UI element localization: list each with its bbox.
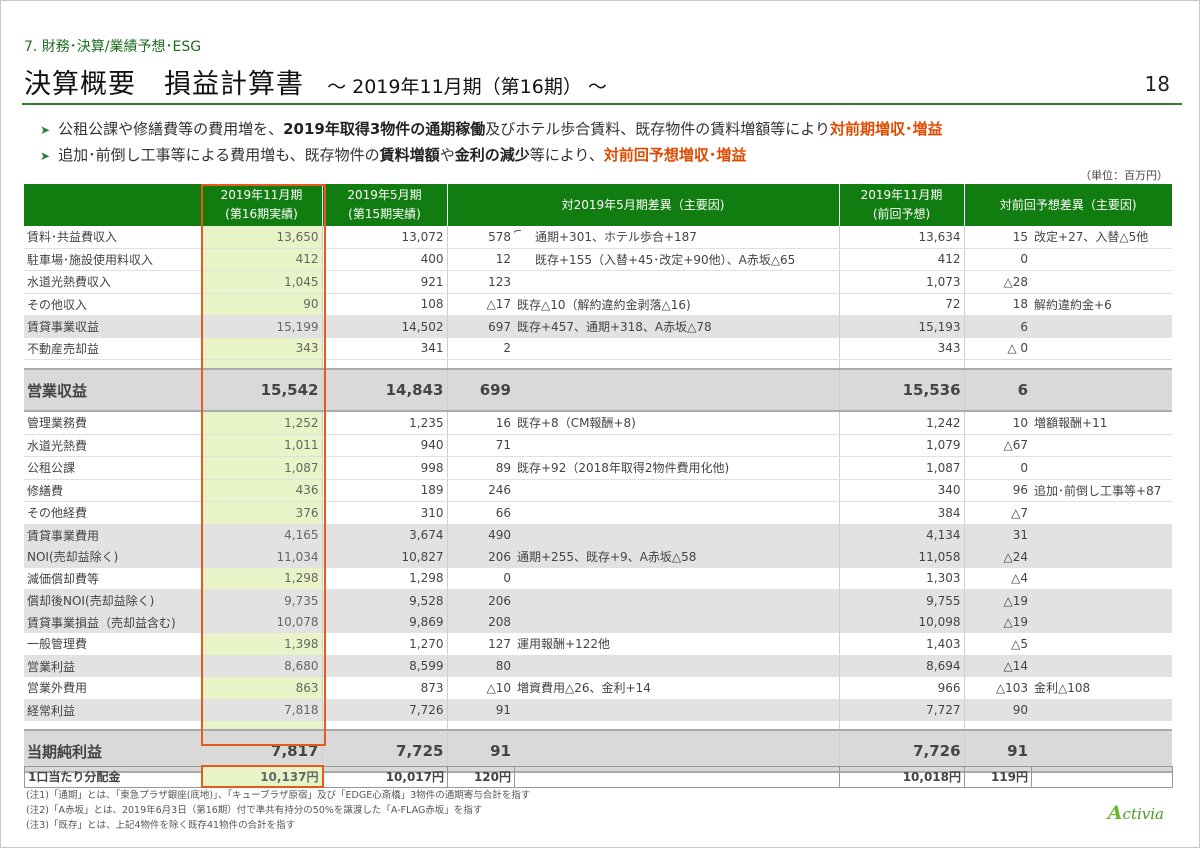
section-label: 7. 財務･決算/業績予想･ESG bbox=[24, 39, 202, 55]
footnote-2: (注2)「A赤坂」とは、2019年6月3日（第16期）付で準共有持分の50%を譲… bbox=[26, 805, 483, 816]
arrow-bullet-icon: ➤ bbox=[40, 149, 51, 163]
table-row-total: 営業収益 15,542 14,843 699 15,536 6 bbox=[24, 368, 1173, 412]
table-row: 営業利益 8,680 8,599 80 8,694 △14 bbox=[24, 655, 1173, 677]
table-row: 経常利益 7,818 7,726 91 7,727 90 bbox=[24, 699, 1173, 721]
bullet-1: ➤ 公租公課や修繕費等の費用増を、2019年取得3物件の通期稼働及びホテル歩合賃料… bbox=[40, 118, 942, 139]
table-row: 不動産売却益 343 341 2 343 △ 0 bbox=[24, 337, 1173, 360]
page-subtitle: ～ 2019年11月期（第16期） ～ bbox=[327, 76, 607, 98]
header-fy15: 2019年5月期 (第15期実績) bbox=[322, 184, 448, 226]
table-spacer bbox=[24, 721, 1172, 730]
table-row: 駐車場･施設使用料収入 412 400 12 既存+155（入替+45･改定+90他）… bbox=[24, 248, 1173, 271]
distribution-row: 1口当たり分配金 10,137円 10,017円 120円 10,018円 11… bbox=[24, 765, 1173, 788]
page-title: 決算概要 損益計算書 bbox=[24, 69, 304, 100]
bullet-2-bold-2: 金利の減少 bbox=[454, 146, 530, 164]
table-row: 賃貸事業収益 15,199 14,502 697 既存+457、通期+318、A赤坂△… bbox=[24, 315, 1173, 338]
bullet-1-mid: 及びホテル歩合賃料、既存物件の賃料増額等により bbox=[485, 120, 830, 138]
table-row: 公租公課 1,087 998 89 既存+92（2018年取得2物件費用化他) 1,0… bbox=[24, 456, 1173, 480]
title-divider bbox=[22, 103, 1182, 105]
footnote-1: (注1)「通期」とは、「東急プラザ銀座(底地)」、「キューブラザ原宿」及び「ED… bbox=[26, 790, 531, 801]
bullet-1-text: 公租公課や修繕費等の費用増を、 bbox=[58, 120, 284, 138]
table-spacer bbox=[24, 359, 1172, 369]
table-row: 修繕費 436 189 246 340 96 追加･前倒し工事等+87 bbox=[24, 479, 1173, 502]
table-row: 賃貸事業損益（売却益含む) 10,078 9,869 208 10,098 △19 bbox=[24, 611, 1173, 633]
table-row: 営業外費用 863 873 △10 増資費用△26、金利+14 966 △103 金利△1… bbox=[24, 677, 1173, 700]
arrow-bullet-icon: ➤ bbox=[40, 123, 51, 137]
footnote-3: (注3)「既存」とは、上記4物件を除く既存41物件の合計を指す bbox=[26, 820, 296, 831]
header-diff-prev: 対2019年5月期差異（主要因) bbox=[447, 184, 840, 226]
table-row: 水道光熱費収入 1,045 921 123 1,073 △28 bbox=[24, 270, 1173, 294]
table-row: 賃貸事業費用 4,165 3,674 490 4,134 31 bbox=[24, 524, 1173, 546]
bullet-2-mid-2: 等により、 bbox=[529, 146, 604, 164]
table-row: 減価償却費等 1,298 1,298 0 1,303 △4 bbox=[24, 567, 1173, 590]
table-row: NOI(売却益除く) 11,034 10,827 206 通期+255、既存+9、A赤… bbox=[24, 546, 1173, 568]
footnotes: (注1)「通期」とは、「東急プラザ銀座(底地)」、「キューブラザ原宿」及び「ED… bbox=[26, 788, 530, 833]
bullet-2-mid-1: や bbox=[439, 146, 455, 164]
table-row: 管理業務費 1,252 1,235 16 既存+8（CM報酬+8) 1,242 10 増額… bbox=[24, 411, 1173, 435]
table-row: 賃料･共益費収入 13,650 13,072 578 通期+301、ホテル歩合+187… bbox=[24, 226, 1173, 249]
bullet-2: ➤ 追加･前倒し工事等による費用増も、既存物件の賃料増額や金利の減少等により、対前… bbox=[40, 144, 746, 165]
activia-logo: Activia bbox=[1107, 802, 1164, 824]
page-number: 18 bbox=[1144, 72, 1170, 96]
table-row: 一般管理費 1,398 1,270 127 運用報酬+122他 1,403 △5 bbox=[24, 633, 1173, 656]
table-row: その他収入 90 108 △17 既存△10（解約違約金剥落△16) 72 18 解約違約… bbox=[24, 293, 1173, 316]
header-diff-forecast: 対前回予想差異（主要因) bbox=[964, 184, 1173, 226]
bullet-2-bold-1: 賃料増額 bbox=[379, 146, 440, 164]
table-header-row: 2019年11月期 (第16期実績) 2019年5月期 (第15期実績) 対2019… bbox=[24, 184, 1173, 226]
table-row: 水道光熱費 1,011 940 71 1,079 △67 bbox=[24, 434, 1173, 457]
bullet-2-highlight: 対前回予想増収･増益 bbox=[603, 146, 747, 164]
bullet-2-text: 追加･前倒し工事等による費用増も、既存物件の bbox=[58, 146, 380, 164]
distribution-table: 1口当たり分配金 10,137円 10,017円 120円 10,018円 11… bbox=[24, 765, 1173, 788]
table-row: 償却後NOI(売却益除く) 9,735 9,528 206 9,755 △19 bbox=[24, 589, 1173, 612]
income-statement-table: 2019年11月期 (第16期実績) 2019年5月期 (第15期実績) 対2019… bbox=[24, 184, 1173, 773]
unit-note: （単位：百万円） bbox=[1080, 169, 1168, 182]
header-forecast: 2019年11月期 (前回予想) bbox=[839, 184, 965, 226]
header-fy16: 2019年11月期 (第16期実績) bbox=[201, 184, 323, 226]
brace-bracket bbox=[514, 230, 521, 247]
page-title-row: 決算概要 損益計算書 ～ 2019年11月期（第16期） ～ bbox=[24, 62, 607, 101]
header-blank bbox=[24, 184, 202, 226]
bullet-1-highlight: 対前期増収･増益 bbox=[829, 120, 943, 138]
bullet-1-bold: 2019年取得3物件の通期稼働 bbox=[283, 120, 486, 138]
table-row: その他経費 376 310 66 384 △7 bbox=[24, 501, 1173, 525]
